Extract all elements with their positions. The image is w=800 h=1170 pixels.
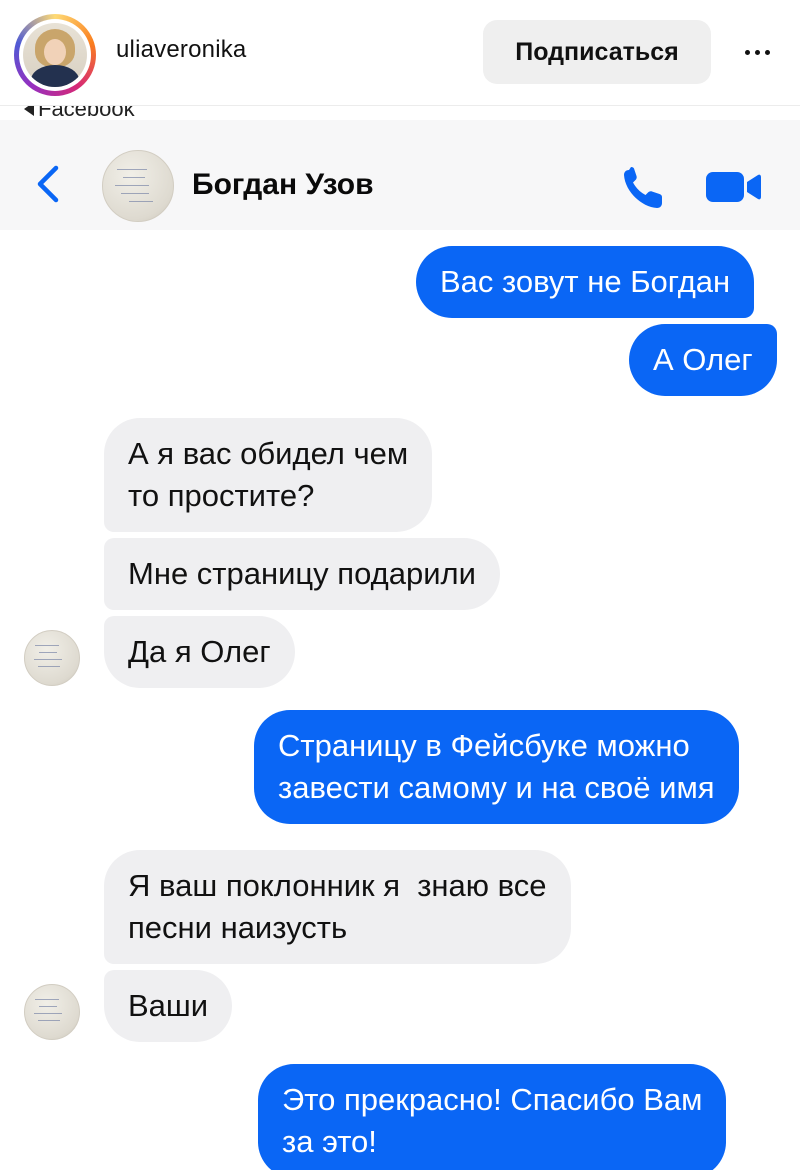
more-options-icon[interactable] (732, 34, 782, 70)
message-text-line: то простите? (128, 478, 315, 513)
conversation-header: Богдан Узов (0, 120, 800, 230)
back-to-app-label: Facebook (38, 106, 135, 120)
contact-name[interactable]: Богдан Узов (192, 168, 374, 202)
message-text-line: песни наизусть (128, 910, 348, 945)
message-incoming[interactable]: Мне страницу подарили (104, 538, 500, 610)
follow-button[interactable]: Подписаться (483, 20, 711, 84)
back-chevron-icon[interactable] (34, 164, 64, 204)
message-incoming[interactable]: Да я Олег (104, 616, 295, 688)
message-text-line: завести самому и на своё имя (278, 770, 715, 805)
message-text: Мне страницу подарили (128, 556, 476, 591)
phone-icon[interactable] (620, 164, 666, 210)
message-outgoing[interactable]: Это прекрасно! Спасибо Вам за это! (258, 1064, 727, 1170)
message-text-line: Это прекрасно! Спасибо Вам (282, 1082, 703, 1117)
back-to-app-link[interactable]: Facebook (24, 106, 224, 120)
video-camera-icon[interactable] (704, 170, 762, 204)
avatar-photo (23, 23, 87, 87)
message-text-line: за это! (282, 1124, 377, 1159)
message-text-line: Страницу в Фейсбуке можно (278, 728, 690, 763)
message-text: А Олег (653, 342, 753, 377)
message-thread[interactable]: Вас зовут не Богдан А Олег А я вас обиде… (0, 230, 800, 1170)
message-text-line: Я ваш поклонник я знаю все (128, 868, 547, 903)
message-outgoing[interactable]: А Олег (629, 324, 777, 396)
contact-avatar[interactable] (102, 150, 174, 222)
instagram-post-header: uliaveronika Подписаться (0, 0, 800, 106)
message-outgoing[interactable]: Страницу в Фейсбуке можно завести самому… (254, 710, 739, 824)
avatar-ring-gap (19, 19, 91, 91)
message-incoming[interactable]: Я ваш поклонник я знаю все песни наизуст… (104, 850, 571, 964)
message-text: Вас зовут не Богдан (440, 264, 731, 299)
message-text-line: А я вас обидел чем (128, 436, 409, 471)
contact-avatar-small[interactable] (24, 630, 80, 686)
profile-avatar[interactable] (14, 14, 96, 96)
message-incoming[interactable]: Ваши (104, 970, 233, 1042)
message-incoming[interactable]: А я вас обидел чем то простите? (104, 418, 433, 532)
message-text: Да я Олег (128, 634, 271, 669)
message-outgoing[interactable]: Вас зовут не Богдан (416, 246, 755, 318)
contact-avatar-small[interactable] (24, 984, 80, 1040)
profile-username[interactable]: uliaveronika (116, 36, 246, 64)
back-triangle-icon (24, 106, 34, 116)
message-text: Ваши (128, 988, 209, 1023)
